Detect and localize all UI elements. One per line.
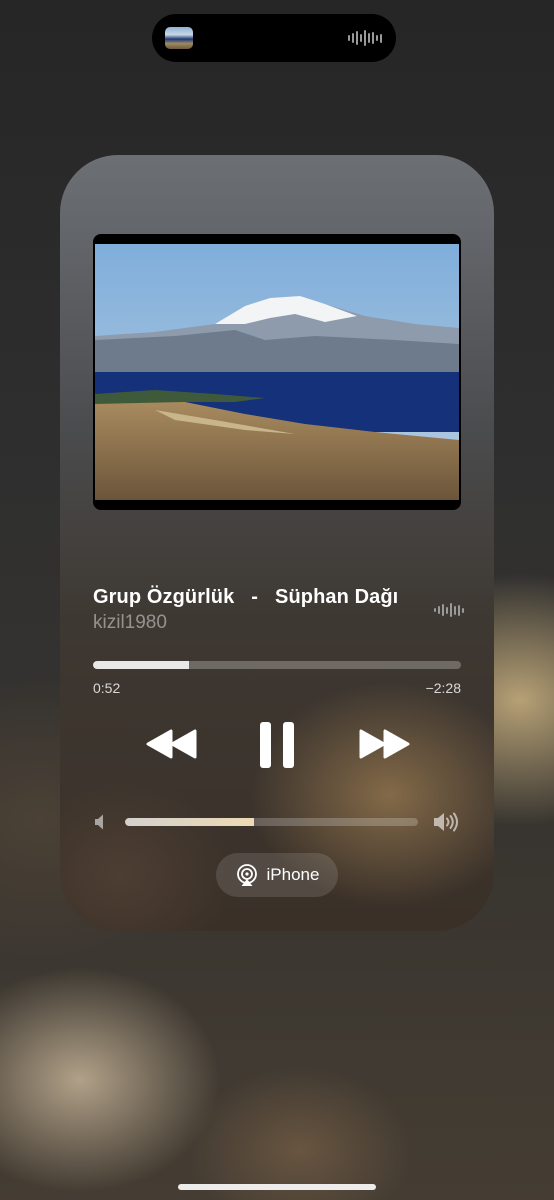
rewind-button[interactable] [142, 722, 202, 766]
home-indicator[interactable] [178, 1184, 376, 1190]
speaker-high-icon [433, 811, 461, 838]
rewind-icon [146, 729, 197, 759]
remaining-time: −2:28 [425, 680, 461, 696]
pause-icon [260, 722, 294, 768]
album-artwork-mountain-lake [95, 244, 459, 500]
audio-output-button[interactable]: iPhone [216, 853, 338, 897]
fast-forward-icon [359, 729, 410, 759]
album-artwork[interactable] [93, 234, 461, 510]
song-title[interactable]: Grup Özgürlük - Süphan Dağı [93, 586, 423, 609]
now-playing-panel: Grup Özgürlük - Süphan Dağı kizil1980 0:… [60, 155, 494, 931]
airplay-audio-icon [236, 864, 257, 886]
elapsed-time: 0:52 [93, 680, 121, 696]
artist-name[interactable]: kizil1980 [93, 612, 393, 634]
audio-waveform-icon [348, 29, 382, 47]
speaker-low-icon [94, 813, 108, 836]
output-device-label: iPhone [266, 865, 320, 884]
fast-forward-button[interactable] [354, 722, 414, 766]
volume-level-fill [125, 818, 254, 826]
playback-progress-fill [93, 661, 189, 669]
album-art-thumbnail[interactable] [165, 27, 193, 49]
volume-slider[interactable] [125, 818, 418, 826]
playback-scrubber[interactable] [93, 661, 461, 669]
audio-waveform-icon [434, 602, 464, 618]
pause-button[interactable] [252, 717, 302, 773]
dynamic-island[interactable] [152, 14, 396, 62]
